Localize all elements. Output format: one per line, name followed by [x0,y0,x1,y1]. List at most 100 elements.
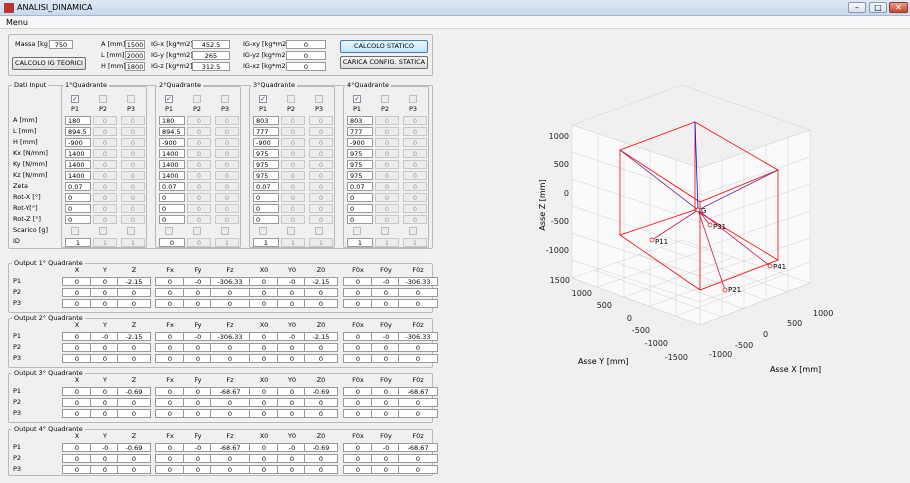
input-cell-disabled[interactable]: 0 [93,182,117,191]
input-cell-disabled[interactable]: 0 [215,127,239,136]
output-cell[interactable]: 0 [62,332,92,341]
ig-input[interactable]: 312.5 [192,62,230,71]
input-cell[interactable]: 0 [65,215,91,224]
output-cell[interactable]: 0 [398,343,438,352]
scarico-checkbox[interactable] [259,227,267,235]
igx-input[interactable]: 0 [286,51,326,60]
node-g[interactable] [695,207,701,213]
output-cell[interactable]: -0.69 [117,387,151,396]
input-cell[interactable]: 0.07 [347,182,373,191]
output-cell[interactable]: 0 [62,409,92,418]
input-cell[interactable]: 975 [253,171,279,180]
output-cell[interactable]: 0 [183,398,213,407]
input-cell[interactable]: 180 [159,116,185,125]
input-cell-disabled[interactable]: 0 [309,149,333,158]
id-cell[interactable]: 1 [65,238,91,247]
input-cell-disabled[interactable]: 0 [187,171,211,180]
output-cell[interactable]: -0.69 [117,443,151,452]
output-cell[interactable]: -0 [371,332,401,341]
point-checkbox[interactable]: ✓ [259,95,267,103]
output-cell[interactable]: 0 [304,354,338,363]
output-cell[interactable]: 0 [155,387,185,396]
point-checkbox[interactable] [409,95,417,103]
input-cell[interactable]: 894.5 [159,127,185,136]
output-cell[interactable]: 0 [183,387,213,396]
output-cell[interactable]: 0 [183,354,213,363]
input-cell-disabled[interactable]: 0 [121,116,145,125]
output-cell[interactable]: 0 [249,299,279,308]
output-cell[interactable]: 0 [304,465,338,474]
output-cell[interactable]: -306.33 [398,332,438,341]
output-cell[interactable]: 0 [210,454,250,463]
input-cell-disabled[interactable]: 0 [281,149,305,158]
output-cell[interactable]: 0 [277,454,307,463]
output-cell[interactable]: 0 [155,398,185,407]
output-cell[interactable]: 0 [90,277,120,286]
input-cell-disabled[interactable]: 0 [121,127,145,136]
input-cell-disabled[interactable]: 0 [281,171,305,180]
input-cell-disabled[interactable]: 0 [215,116,239,125]
input-cell-disabled[interactable]: 0 [281,116,305,125]
output-cell[interactable]: 0 [117,465,151,474]
input-cell[interactable]: 0.07 [65,182,91,191]
output-cell[interactable]: 0 [343,299,373,308]
scarico-checkbox[interactable] [71,227,79,235]
output-cell[interactable]: 0 [249,332,279,341]
output-cell[interactable]: 0 [343,343,373,352]
output-cell[interactable]: -0 [183,443,213,452]
output-cell[interactable]: 0 [249,398,279,407]
node-p21[interactable] [722,287,728,293]
input-cell-disabled[interactable]: 0 [215,182,239,191]
output-cell[interactable]: 0 [398,409,438,418]
input-cell-disabled[interactable]: 0 [187,193,211,202]
input-cell-disabled[interactable]: 0 [375,182,399,191]
input-cell-disabled[interactable]: 0 [187,149,211,158]
input-cell[interactable]: 180 [65,116,91,125]
input-cell[interactable]: 0.07 [159,182,185,191]
id-cell[interactable]: 1 [93,238,117,247]
maximize-button[interactable]: □ [869,2,887,13]
point-checkbox[interactable]: ✓ [165,95,173,103]
output-cell[interactable]: 0 [304,343,338,352]
massa-input[interactable]: 750 [49,40,73,49]
output-cell[interactable]: 0 [183,409,213,418]
output-cell[interactable]: 0 [343,443,373,452]
input-cell-disabled[interactable]: 0 [281,193,305,202]
output-cell[interactable]: -306.33 [398,277,438,286]
output-cell[interactable]: 0 [90,398,120,407]
output-cell[interactable]: 0 [398,398,438,407]
output-cell[interactable]: 0 [183,465,213,474]
output-cell[interactable]: 0 [371,299,401,308]
point-checkbox[interactable] [287,95,295,103]
output-cell[interactable]: 0 [90,465,120,474]
igx-input[interactable]: 0 [286,40,326,49]
output-cell[interactable]: -0 [90,332,120,341]
input-cell-disabled[interactable]: 0 [375,127,399,136]
input-cell[interactable]: 975 [253,160,279,169]
input-cell[interactable]: 1400 [65,149,91,158]
output-cell[interactable]: 0 [210,299,250,308]
output-cell[interactable]: 0 [183,299,213,308]
input-cell-disabled[interactable]: 0 [121,138,145,147]
output-cell[interactable]: 0 [343,409,373,418]
point-checkbox[interactable]: ✓ [71,95,79,103]
output-cell[interactable]: 0 [210,398,250,407]
input-cell[interactable]: 0 [159,204,185,213]
input-cell-disabled[interactable]: 0 [309,193,333,202]
output-cell[interactable]: 0 [249,343,279,352]
input-cell-disabled[interactable]: 0 [215,149,239,158]
ig-input[interactable]: 265 [192,51,230,60]
output-cell[interactable]: -0.69 [304,387,338,396]
output-cell[interactable]: 0 [117,288,151,297]
output-cell[interactable]: 0 [117,299,151,308]
input-cell-disabled[interactable]: 0 [375,160,399,169]
output-cell[interactable]: 0 [277,288,307,297]
output-cell[interactable]: 0 [90,299,120,308]
input-cell[interactable]: 803 [347,116,373,125]
scarico-checkbox[interactable] [127,227,135,235]
input-cell-disabled[interactable]: 0 [281,138,305,147]
output-cell[interactable]: -0 [277,443,307,452]
output-cell[interactable]: 0 [155,343,185,352]
input-cell-disabled[interactable]: 0 [215,160,239,169]
scarico-checkbox[interactable] [353,227,361,235]
